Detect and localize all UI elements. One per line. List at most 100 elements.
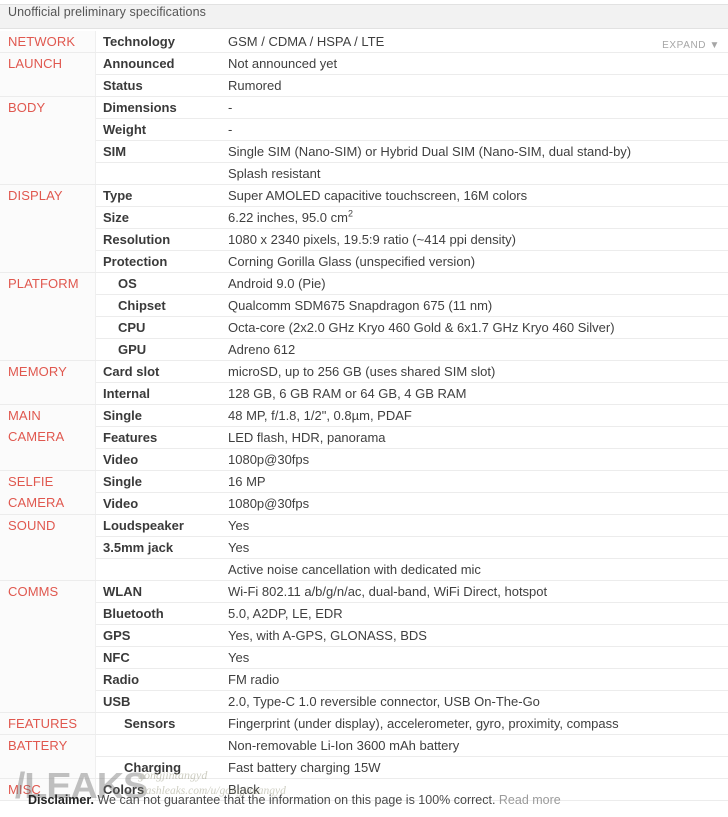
spec-label: Features	[95, 426, 221, 449]
spec-row: Features LED flash, HDR, panorama	[0, 426, 728, 449]
spec-value-text: 6.22 inches, 95.0 cm	[228, 210, 348, 225]
spec-label: Video	[95, 448, 221, 471]
spec-label: Charging	[95, 756, 221, 779]
spec-value: Non-removable Li-Ion 3600 mAh battery	[221, 734, 728, 757]
spec-label: SIM	[95, 140, 221, 163]
spec-label: Video	[95, 492, 221, 515]
spec-row: BATTERY Non-removable Li-Ion 3600 mAh bat…	[0, 734, 728, 779]
spec-value: Fingerprint (under display), acceleromet…	[221, 712, 728, 735]
spec-value: GSM / CDMA / HSPA / LTE	[221, 31, 728, 53]
spec-value: Android 9.0 (Pie)	[221, 272, 728, 295]
spec-category-features[interactable]: FEATURES	[0, 712, 96, 735]
spec-category-main-camera[interactable]: MAIN CAMERA	[0, 404, 96, 471]
spec-value-superscript: 2	[347, 208, 353, 219]
spec-label: Single	[95, 404, 221, 427]
spec-value: Fast battery charging 15W	[221, 756, 728, 779]
spec-row: Status Rumored	[0, 74, 728, 97]
spec-row: Bluetooth 5.0, A2DP, LE, EDR	[0, 602, 728, 625]
specifications-body: NETWORK Technology GSM / CDMA / HSPA / LTE…	[0, 31, 728, 801]
spec-row: Video 1080p@30fps	[0, 492, 728, 515]
spec-value: Corning Gorilla Glass (unspecified versi…	[221, 250, 728, 273]
spec-row: GPS Yes, with A-GPS, GLONASS, BDS	[0, 624, 728, 647]
spec-row: GPU Adreno 612	[0, 338, 728, 361]
spec-category-battery[interactable]: BATTERY	[0, 734, 96, 779]
spec-label: Radio	[95, 668, 221, 691]
disclaimer-label: Disclaimer.	[28, 793, 95, 807]
spec-value: 6.22 inches, 95.0 cm2	[221, 206, 728, 229]
spec-label: Bluetooth	[95, 602, 221, 625]
spec-value: Single SIM (Nano-SIM) or Hybrid Dual SIM…	[221, 140, 728, 163]
spec-row: Chipset Qualcomm SDM675 Snapdragon 675 (1…	[0, 294, 728, 317]
read-more-link[interactable]: Read more	[499, 793, 561, 807]
spec-value: LED flash, HDR, panorama	[221, 426, 728, 449]
spec-row: SELFIE CAMERA Single 16 MP	[0, 470, 728, 515]
spec-value: 128 GB, 6 GB RAM or 64 GB, 4 GB RAM	[221, 382, 728, 405]
spec-label	[95, 734, 221, 757]
spec-value: 48 MP, f/1.8, 1/2", 0.8µm, PDAF	[221, 404, 728, 427]
spec-value: 2.0, Type-C 1.0 reversible connector, US…	[221, 690, 728, 713]
spec-value: Yes	[221, 646, 728, 669]
spec-category-body[interactable]: BODY	[0, 96, 96, 185]
spec-category-launch[interactable]: LAUNCH	[0, 52, 96, 97]
spec-row: MEMORY Card slot microSD, up to 256 GB (us…	[0, 360, 728, 405]
spec-value: Yes, with A-GPS, GLONASS, BDS	[221, 624, 728, 647]
spec-value: Wi-Fi 802.11 a/b/g/n/ac, dual-band, WiFi…	[221, 580, 728, 603]
spec-category-comms[interactable]: COMMS	[0, 580, 96, 713]
disclaimer: Disclaimer. We can not guarantee that th…	[0, 793, 728, 807]
spec-row: USB 2.0, Type-C 1.0 reversible connector,…	[0, 690, 728, 713]
spec-category-network[interactable]: NETWORK	[0, 31, 96, 53]
spec-value: microSD, up to 256 GB (uses shared SIM s…	[221, 360, 728, 383]
spec-row: LAUNCH Announced Not announced yet	[0, 52, 728, 97]
spec-value: -	[221, 96, 728, 119]
spec-value: Yes	[221, 536, 728, 559]
spec-label: Card slot	[95, 360, 221, 383]
spec-label: Sensors	[95, 712, 221, 735]
spec-row: CPU Octa-core (2x2.0 GHz Kryo 460 Gold & …	[0, 316, 728, 339]
spec-row: SIM Single SIM (Nano-SIM) or Hybrid Dual …	[0, 140, 728, 163]
spec-row: Charging Fast battery charging 15W	[0, 756, 728, 779]
spec-label: GPU	[95, 338, 221, 361]
spec-value: Rumored	[221, 74, 728, 97]
spec-category-platform[interactable]: PLATFORM	[0, 272, 96, 361]
spec-label: Dimensions	[95, 96, 221, 119]
spec-value: Active noise cancellation with dedicated…	[221, 558, 728, 581]
spec-label: Type	[95, 184, 221, 207]
spec-value: Octa-core (2x2.0 GHz Kryo 460 Gold & 6x1…	[221, 316, 728, 339]
spec-value: Super AMOLED capacitive touchscreen, 16M…	[221, 184, 728, 207]
spec-label: Internal	[95, 382, 221, 405]
spec-category-selfie-camera[interactable]: SELFIE CAMERA	[0, 470, 96, 515]
spec-row: Protection Corning Gorilla Glass (unspeci…	[0, 250, 728, 273]
spec-value: 1080p@30fps	[221, 448, 728, 471]
spec-label: Technology	[95, 31, 221, 53]
spec-label: Status	[95, 74, 221, 97]
spec-label: Announced	[95, 52, 221, 75]
page-title: Unofficial preliminary specifications	[8, 5, 206, 19]
disclaimer-text: We can not guarantee that the informatio…	[94, 793, 499, 807]
spec-label: NFC	[95, 646, 221, 669]
spec-row: 3.5mm jack Yes	[0, 536, 728, 559]
spec-label: 3.5mm jack	[95, 536, 221, 559]
spec-value: FM radio	[221, 668, 728, 691]
spec-category-memory[interactable]: MEMORY	[0, 360, 96, 405]
spec-label: USB	[95, 690, 221, 713]
spec-row: DISPLAY Type Super AMOLED capacitive touch…	[0, 184, 728, 273]
spec-row: COMMS WLAN Wi-Fi 802.11 a/b/g/n/ac, dual-b…	[0, 580, 728, 713]
spec-value: Not announced yet	[221, 52, 728, 75]
spec-category-display[interactable]: DISPLAY	[0, 184, 96, 273]
spec-category-sound[interactable]: SOUND	[0, 514, 96, 581]
spec-label: Resolution	[95, 228, 221, 251]
spec-value: 5.0, A2DP, LE, EDR	[221, 602, 728, 625]
spec-label: Weight	[95, 118, 221, 141]
spec-value: 16 MP	[221, 470, 728, 493]
specifications-table: NETWORK Technology GSM / CDMA / HSPA / LTE…	[0, 31, 728, 801]
spec-row: NETWORK Technology GSM / CDMA / HSPA / LTE	[0, 31, 728, 53]
spec-value: Splash resistant	[221, 162, 728, 185]
spec-row: FEATURES Sensors Fingerprint (under displa…	[0, 712, 728, 735]
spec-value: Adreno 612	[221, 338, 728, 361]
spec-label: Size	[95, 206, 221, 229]
spec-label: Loudspeaker	[95, 514, 221, 537]
spec-row: Internal 128 GB, 6 GB RAM or 64 GB, 4 GB …	[0, 382, 728, 405]
spec-row: MAIN CAMERA Single 48 MP, f/1.8, 1/2", 0.8…	[0, 404, 728, 471]
spec-row: Splash resistant	[0, 162, 728, 185]
spec-row: Radio FM radio	[0, 668, 728, 691]
